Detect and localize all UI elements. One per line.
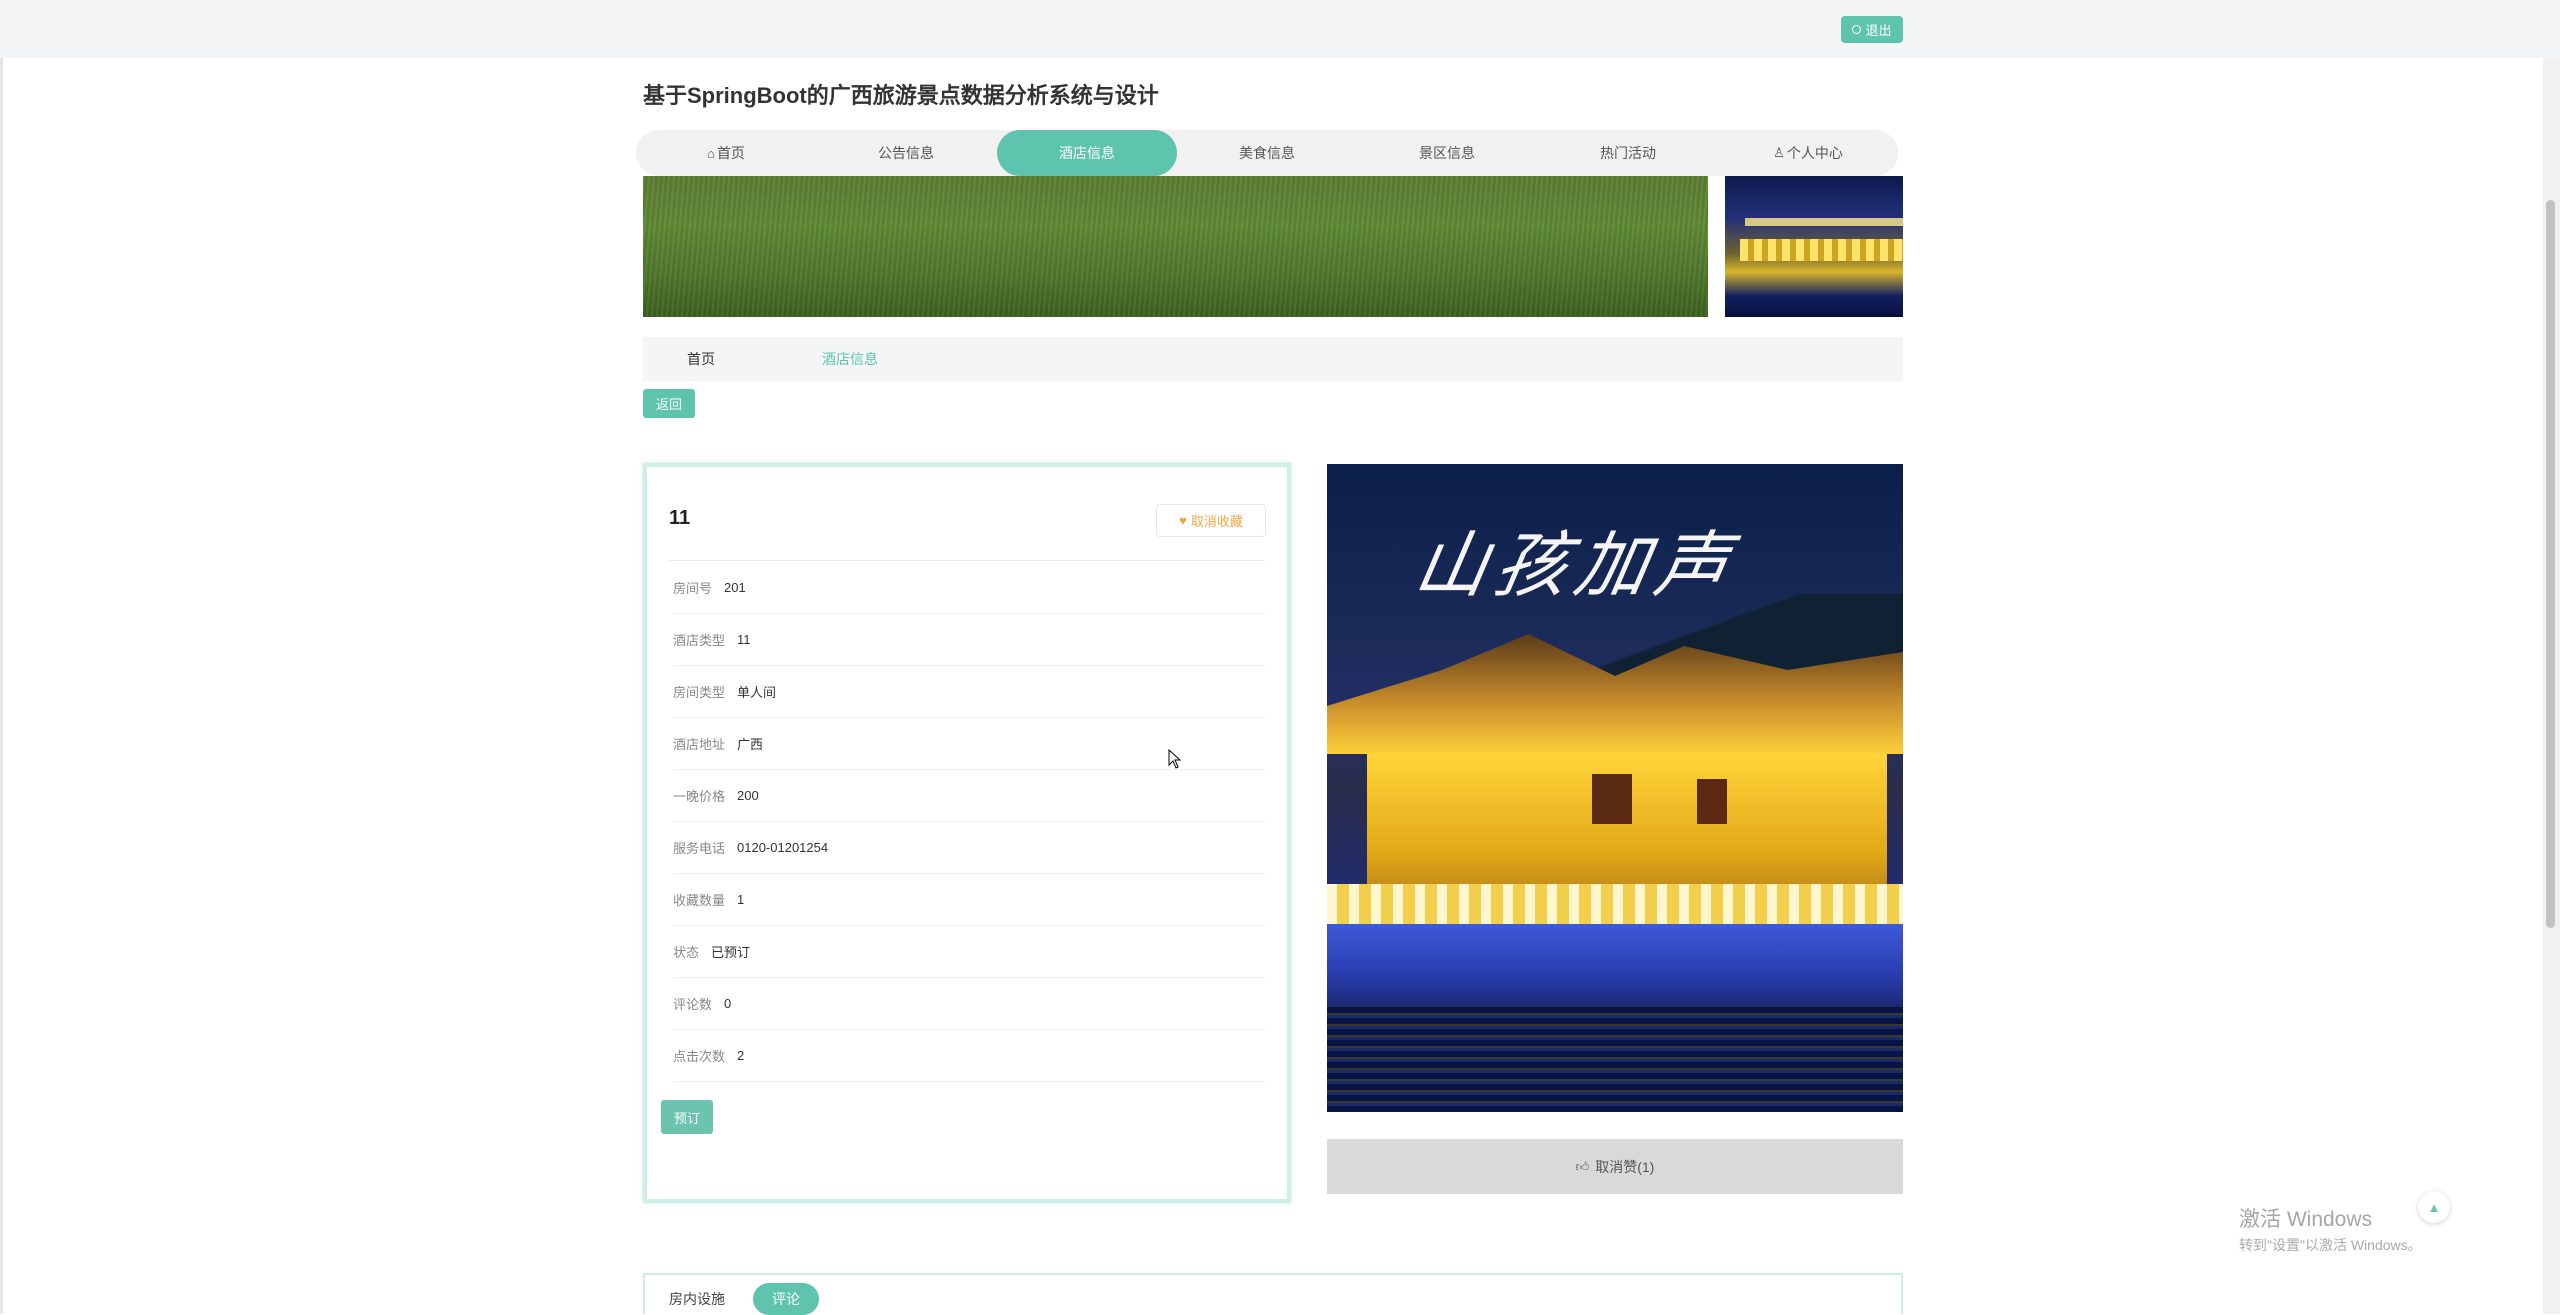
- caret-up-icon: ▲: [2427, 1199, 2441, 1215]
- field-label: 一晚价格: [673, 789, 726, 804]
- field-value: 11: [737, 632, 751, 647]
- field-room-number: 房间号 201: [673, 562, 1265, 614]
- unlike-button[interactable]: 👍︎ 取消赞(1): [1327, 1139, 1903, 1194]
- back-to-top-button[interactable]: ▲: [2418, 1191, 2450, 1223]
- unlike-label: 取消赞(1): [1595, 1158, 1655, 1175]
- nav-food[interactable]: 美食信息: [1177, 130, 1357, 176]
- logout-label: 退出: [1865, 23, 1892, 38]
- nav-food-label: 美食信息: [1239, 145, 1295, 161]
- field-status: 状态 已预订: [673, 926, 1265, 978]
- site-title: 基于SpringBoot的广西旅游景点数据分析系统与设计: [643, 83, 1159, 108]
- field-click-count: 点击次数 2: [673, 1030, 1265, 1082]
- back-button[interactable]: 返回: [643, 389, 695, 418]
- card-divider: [669, 560, 1265, 561]
- field-comment-count: 评论数 0: [673, 978, 1265, 1030]
- banner-next-image[interactable]: [1725, 176, 1903, 317]
- left-edge: [0, 58, 3, 1314]
- hotel-photo: 山孩加声: [1327, 464, 1903, 1112]
- home-icon: ⌂: [707, 145, 715, 161]
- field-value: 0: [724, 996, 732, 1011]
- unfavorite-label: 取消收藏: [1190, 514, 1243, 529]
- field-value: 2: [737, 1048, 745, 1063]
- power-icon: [1852, 25, 1862, 34]
- field-value: 广西: [737, 737, 764, 752]
- field-nightly-price: 一晚价格 200: [673, 770, 1265, 822]
- field-value: 单人间: [737, 685, 777, 700]
- photo-window: [1697, 779, 1727, 824]
- nav-scenic-label: 景区信息: [1419, 145, 1475, 161]
- top-bar: 退出: [0, 0, 2560, 58]
- field-label: 评论数: [673, 997, 713, 1012]
- photo-bridge: [1327, 924, 1903, 1004]
- nav-events[interactable]: 热门活动: [1538, 130, 1718, 176]
- field-label: 服务电话: [673, 841, 726, 856]
- banner-grass-image: [643, 176, 1708, 317]
- field-value: 200: [737, 788, 759, 803]
- field-hotel-type: 酒店类型 11: [673, 614, 1265, 666]
- breadcrumb-home[interactable]: 首页: [687, 337, 715, 381]
- scrollbar-thumb[interactable]: [2546, 200, 2555, 928]
- user-icon: ♙: [1773, 145, 1785, 160]
- field-label: 收藏数量: [673, 893, 726, 908]
- hotel-detail-card: 11 ♥ 取消收藏 房间号 201 酒店类型 11 房间类型 单人间 酒店地址 …: [643, 463, 1291, 1203]
- field-label: 酒店地址: [673, 737, 726, 752]
- heart-icon: ♥: [1179, 513, 1187, 528]
- nav-profile-label: 个人中心: [1786, 145, 1843, 161]
- photo-water: [1327, 1004, 1903, 1112]
- breadcrumb-current[interactable]: 酒店信息: [822, 337, 878, 381]
- nav-events-label: 热门活动: [1600, 145, 1656, 161]
- breadcrumb: 首页 酒店信息: [643, 337, 1903, 381]
- logout-button[interactable]: 退出: [1841, 16, 1903, 43]
- detail-tabs: 房内设施 评论: [643, 1273, 1903, 1315]
- field-service-phone: 服务电话 0120-01201254: [673, 822, 1265, 874]
- field-value: 201: [724, 580, 746, 595]
- watermark-title: 激活 Windows: [2239, 1208, 2373, 1231]
- photo-calligraphy: 山孩加声: [1408, 523, 1744, 607]
- banner-balustrade: [1740, 239, 1903, 261]
- main-nav: ⌂ 首页 公告信息 酒店信息 美食信息 景区信息 热门活动 ♙ 个人中心: [636, 130, 1898, 176]
- unfavorite-button[interactable]: ♥ 取消收藏: [1156, 504, 1266, 537]
- field-label: 酒店类型: [673, 633, 726, 648]
- field-value: 已预订: [711, 945, 751, 960]
- tab-comments[interactable]: 评论: [753, 1283, 819, 1315]
- nav-hotels-label: 酒店信息: [1059, 145, 1115, 161]
- watermark-subtitle: 转到"设置"以激活 Windows。: [2239, 1237, 2422, 1253]
- nav-scenic[interactable]: 景区信息: [1357, 130, 1537, 176]
- field-favorite-count: 收藏数量 1: [673, 874, 1265, 926]
- field-label: 状态: [673, 945, 700, 960]
- nav-home[interactable]: ⌂ 首页: [636, 130, 816, 176]
- field-room-type: 房间类型 单人间: [673, 666, 1265, 718]
- field-value: 1: [737, 892, 745, 907]
- book-button[interactable]: 预订: [661, 1100, 713, 1134]
- mouse-cursor-icon: [1168, 749, 1182, 769]
- field-label: 房间类型: [673, 685, 726, 700]
- tab-facilities[interactable]: 房内设施: [667, 1283, 727, 1315]
- photo-balustrade: [1327, 884, 1903, 924]
- thumbs-up-icon: 👍︎: [1575, 1158, 1590, 1174]
- field-value: 0120-01201254: [737, 840, 829, 855]
- windows-activation-watermark: 激活 Windows 转到"设置"以激活 Windows。: [2239, 1203, 2422, 1255]
- nav-home-label: 首页: [716, 145, 745, 161]
- banner-rail: [1745, 218, 1903, 226]
- hotel-title: 11: [669, 507, 691, 529]
- nav-announcements[interactable]: 公告信息: [816, 130, 996, 176]
- nav-profile[interactable]: ♙ 个人中心: [1718, 130, 1898, 176]
- photo-window: [1592, 774, 1632, 824]
- nav-hotels[interactable]: 酒店信息: [997, 130, 1177, 176]
- field-label: 点击次数: [673, 1049, 726, 1064]
- field-label: 房间号: [673, 581, 713, 596]
- nav-announcements-label: 公告信息: [878, 145, 934, 161]
